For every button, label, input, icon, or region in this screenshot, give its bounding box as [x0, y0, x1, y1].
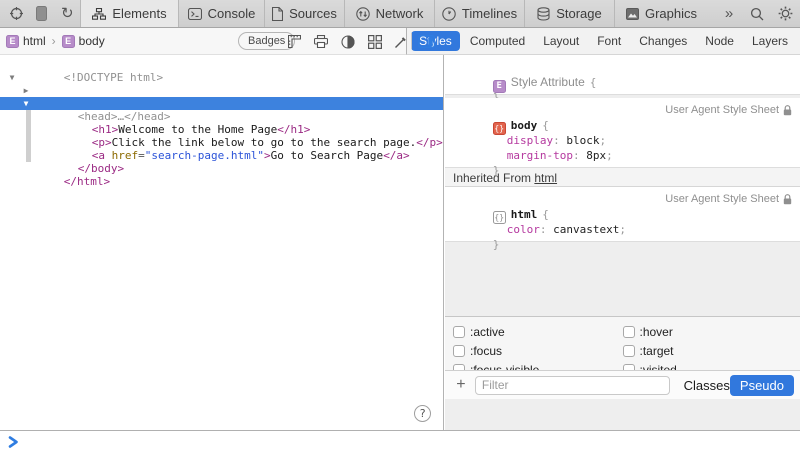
tab-font[interactable]: Font [589, 31, 629, 51]
breadcrumb-item-body[interactable]: body [79, 34, 105, 48]
toolbar-left-icons: ↻ [0, 0, 80, 27]
disclosure-closed-icon[interactable]: ▶ [20, 84, 32, 97]
pseudo-class-toggles: :active :focus :focus-visible :focus-wit… [445, 316, 800, 370]
more-tabs-chevron-icon[interactable]: » [714, 0, 744, 27]
tab-storage[interactable]: Storage [524, 0, 614, 27]
checkbox-icon[interactable] [453, 345, 465, 357]
rule-selector: body [511, 119, 538, 132]
styles-filter-input[interactable] [475, 376, 670, 395]
pseudo-hover-checkbox[interactable]: :hover [623, 325, 793, 338]
tab-label: Timelines [462, 6, 517, 21]
tab-console[interactable]: Console [178, 0, 264, 27]
tab-label: Sources [289, 6, 337, 21]
checkbox-icon[interactable] [623, 326, 635, 338]
toolbar-right-icons: » [714, 0, 800, 27]
tab-node[interactable]: Node [697, 31, 742, 51]
classes-button[interactable]: Classes [684, 378, 730, 393]
tab-network[interactable]: Network [344, 0, 434, 27]
body-rule-section[interactable]: User Agent Style Sheet {}body{ display: … [445, 98, 800, 168]
element-badge-html: E [6, 35, 19, 48]
dom-node-body-selected[interactable]: ▼ <body> = $0 [0, 97, 443, 110]
lock-icon [783, 194, 792, 205]
dom-node-head[interactable]: ▶ <head>…</head> [0, 84, 443, 97]
lock-icon [783, 105, 792, 116]
styles-sidebar-panel: EStyle Attribute{ } User Agent Style She… [445, 55, 800, 430]
breadcrumb-separator: › [52, 34, 56, 48]
image-icon [626, 8, 639, 20]
tab-graphics[interactable]: Graphics [614, 0, 708, 27]
disclosure-open-icon[interactable]: ▼ [6, 71, 18, 84]
pseudo-target-checkbox[interactable]: :target [623, 344, 793, 357]
disclosure-open-icon[interactable]: ▼ [20, 97, 32, 110]
tab-sources[interactable]: Sources [264, 0, 344, 27]
rule-origin: User Agent Style Sheet [665, 193, 792, 205]
rule-selector: html [511, 208, 538, 221]
device-icon[interactable] [29, 0, 54, 27]
quick-console-bar[interactable] [0, 430, 800, 461]
inherited-node-link[interactable]: html [534, 171, 557, 185]
main-toolbar: ↻ Elements Console Sources Network Timel… [0, 0, 800, 28]
console-icon [188, 8, 202, 20]
checkbox-icon[interactable] [623, 345, 635, 357]
reload-icon[interactable]: ↻ [55, 0, 80, 27]
elements-hierarchy-icon [92, 8, 106, 20]
rule-title: Style Attribute [511, 75, 585, 89]
edit-paintbrush-icon[interactable] [392, 33, 410, 50]
pseudo-button[interactable]: Pseudo [730, 375, 794, 396]
tab-elements[interactable]: Elements [80, 0, 178, 27]
tab-label: Elements [112, 6, 166, 21]
network-icon [356, 7, 370, 21]
details-sidebar-toggle-icon[interactable] [417, 33, 435, 50]
dom-node-a[interactable]: <a href="search-page.html">Go to Search … [0, 136, 443, 149]
appearance-contrast-icon[interactable] [339, 33, 357, 50]
dom-node-doctype[interactable]: <!DOCTYPE html> [0, 58, 443, 71]
settings-gear-icon[interactable] [770, 0, 800, 27]
tab-label: Storage [556, 6, 602, 21]
tab-timelines[interactable]: Timelines [434, 0, 524, 27]
style-attribute-section[interactable]: EStyle Attribute{ } [445, 55, 800, 95]
clock-icon [442, 7, 456, 21]
add-rule-button[interactable]: + [451, 376, 471, 394]
tab-computed[interactable]: Computed [462, 31, 533, 51]
breadcrumb: E html › E body [6, 34, 105, 48]
search-icon[interactable] [744, 0, 770, 27]
sidebar-tab-bar: Styles Computed Layout Font Changes Node… [407, 28, 800, 55]
print-styles-icon[interactable] [312, 33, 330, 50]
tab-label: Network [376, 6, 424, 21]
secondary-toolbar: E html › E body Badges [0, 28, 800, 55]
toolbar-divider [411, 33, 412, 49]
tab-label: Graphics [645, 6, 697, 21]
dom-tree-panel: <!DOCTYPE html> ▼ <html lang="en"> ▶ <he… [0, 55, 444, 430]
console-prompt-chevron-icon [8, 436, 19, 448]
dom-node-html[interactable]: ▼ <html lang="en"> [0, 71, 443, 84]
tab-changes[interactable]: Changes [631, 31, 695, 51]
dom-navigation-bar: E html › E body Badges [0, 28, 407, 55]
tab-layout[interactable]: Layout [535, 31, 587, 51]
element-badge-body: E [62, 35, 75, 48]
help-button[interactable]: ? [414, 405, 431, 422]
breadcrumb-item-html[interactable]: html [23, 34, 46, 48]
tab-label: Console [208, 6, 256, 21]
styles-filter-bar: + Classes Pseudo [445, 370, 800, 399]
dom-node-p[interactable]: <p>Click the link below to go to the sea… [0, 123, 443, 136]
pseudo-focus-checkbox[interactable]: :focus [453, 344, 623, 357]
grid-overlay-icon[interactable] [366, 33, 384, 50]
dom-node-html-close[interactable]: </html> [0, 162, 443, 175]
checkbox-icon[interactable] [453, 326, 465, 338]
dom-node-h1[interactable]: <h1>Welcome to the Home Page</h1> [0, 110, 443, 123]
inspect-element-icon[interactable] [4, 0, 29, 27]
rulers-icon[interactable] [285, 33, 303, 50]
document-icon [272, 7, 283, 21]
tab-layers[interactable]: Layers [744, 31, 796, 51]
database-icon [537, 7, 550, 21]
html-rule-section[interactable]: User Agent Style Sheet {}html{ color: ca… [445, 187, 800, 242]
rule-origin: User Agent Style Sheet [665, 104, 792, 116]
pseudo-active-checkbox[interactable]: :active [453, 325, 623, 338]
dom-node-body-close[interactable]: </body> [0, 149, 443, 162]
